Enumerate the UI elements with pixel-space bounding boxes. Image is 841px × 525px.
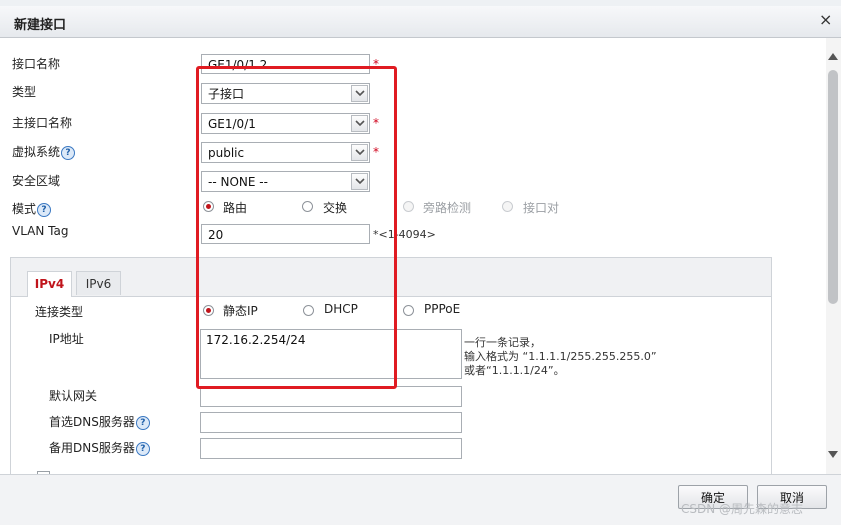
tab-ipv4[interactable]: IPv4 bbox=[27, 271, 72, 297]
parent-interface-select[interactable]: GE1/0/1 bbox=[201, 113, 370, 134]
primary-dns-label: 首选DNS服务器? bbox=[49, 413, 150, 430]
tab-ipv6[interactable]: IPv6 bbox=[76, 271, 121, 295]
secondary-dns-input[interactable] bbox=[200, 438, 462, 459]
help-icon[interactable]: ? bbox=[61, 145, 76, 160]
mode-switch-label[interactable]: 交换 bbox=[323, 199, 347, 216]
conn-pppoe-label[interactable]: PPPoE bbox=[424, 302, 460, 316]
mode-bypass-radio bbox=[403, 201, 414, 212]
ip-address-label: IP地址 bbox=[49, 332, 84, 346]
vlan-tag-label: VLAN Tag bbox=[12, 224, 69, 238]
security-zone-select[interactable]: -- NONE -- bbox=[201, 171, 370, 192]
mode-pair-radio bbox=[502, 201, 513, 212]
interface-name-required: * bbox=[373, 57, 379, 71]
help-icon[interactable]: ? bbox=[135, 415, 150, 430]
scroll-down-icon[interactable] bbox=[828, 451, 838, 458]
ip-tab-bar: IPv4 IPv6 bbox=[11, 258, 771, 297]
conn-static-label[interactable]: 静态IP bbox=[223, 302, 258, 319]
parent-interface-value: GE1/0/1 bbox=[208, 117, 256, 131]
interface-name-label: 接口名称 bbox=[12, 57, 61, 71]
secondary-dns-label: 备用DNS服务器? bbox=[49, 439, 150, 456]
mode-switch-radio[interactable] bbox=[302, 201, 313, 212]
secondary-dns-label-text: 备用DNS服务器 bbox=[49, 441, 135, 455]
conn-dhcp-label[interactable]: DHCP bbox=[324, 302, 358, 316]
mode-route-label[interactable]: 路由 bbox=[223, 199, 247, 216]
default-gateway-label: 默认网关 bbox=[49, 389, 98, 403]
chevron-down-icon[interactable] bbox=[351, 115, 368, 132]
chevron-down-icon[interactable] bbox=[351, 173, 368, 190]
parent-interface-label: 主接口名称 bbox=[12, 116, 73, 130]
csdn-watermark: CSDN @周先森的意志 bbox=[681, 502, 804, 516]
close-icon[interactable]: × bbox=[819, 10, 832, 29]
scroll-up-icon[interactable] bbox=[828, 53, 838, 60]
type-select[interactable]: 子接口 bbox=[201, 83, 370, 104]
interface-name-input[interactable]: GE1/0/1.2 bbox=[201, 54, 370, 74]
parent-interface-required: * bbox=[373, 116, 379, 130]
help-icon[interactable]: ? bbox=[37, 202, 52, 217]
vertical-scrollbar[interactable] bbox=[826, 38, 841, 474]
ip-config-panel: IPv4 IPv6 连接类型 静态IP DHCP PPPoE IP地址 172.… bbox=[10, 257, 772, 474]
ip-hint-line3: 或者“1.1.1.1/24”。 bbox=[464, 364, 565, 377]
primary-dns-input[interactable] bbox=[200, 412, 462, 433]
scroll-thumb[interactable] bbox=[828, 70, 838, 304]
virtual-system-label: 虚拟系统? bbox=[12, 143, 76, 160]
connection-type-label: 连接类型 bbox=[35, 305, 84, 319]
mode-label-text: 模式 bbox=[12, 202, 37, 216]
ip-address-textarea[interactable]: 172.16.2.254/24 bbox=[200, 329, 462, 379]
conn-static-radio[interactable] bbox=[203, 305, 214, 316]
type-select-value: 子接口 bbox=[208, 87, 245, 101]
vlan-tag-input[interactable]: 20 bbox=[201, 224, 370, 244]
virtual-system-select[interactable]: public bbox=[201, 142, 370, 163]
mode-bypass-label: 旁路检测 bbox=[423, 201, 472, 215]
chevron-down-icon[interactable] bbox=[351, 85, 368, 102]
chevron-down-icon[interactable] bbox=[351, 144, 368, 161]
new-interface-dialog: 新建接口 × 接口名称 GE1/0/1.2 * 类型 子接口 主接口名称 GE1… bbox=[0, 6, 841, 525]
mode-pair-label: 接口对 bbox=[523, 201, 560, 215]
type-label: 类型 bbox=[12, 85, 37, 99]
security-zone-value: -- NONE -- bbox=[208, 175, 268, 189]
virtual-system-label-text: 虚拟系统 bbox=[12, 145, 61, 159]
mode-route-radio[interactable] bbox=[203, 201, 214, 212]
dialog-titlebar: 新建接口 × bbox=[0, 6, 841, 38]
security-zone-label: 安全区域 bbox=[12, 174, 61, 188]
virtual-system-required: * bbox=[373, 145, 379, 159]
conn-dhcp-radio[interactable] bbox=[303, 305, 314, 316]
vlan-tag-range-hint: *<1-4094> bbox=[373, 228, 436, 241]
dialog-title: 新建接口 bbox=[14, 18, 67, 33]
primary-dns-label-text: 首选DNS服务器 bbox=[49, 415, 135, 429]
conn-pppoe-radio[interactable] bbox=[403, 305, 414, 316]
mode-label: 模式? bbox=[12, 200, 52, 217]
default-gateway-input[interactable] bbox=[200, 386, 462, 407]
help-icon[interactable]: ? bbox=[135, 441, 150, 456]
dialog-content: 接口名称 GE1/0/1.2 * 类型 子接口 主接口名称 GE1/0/1 * … bbox=[0, 38, 826, 474]
virtual-system-value: public bbox=[208, 146, 245, 160]
